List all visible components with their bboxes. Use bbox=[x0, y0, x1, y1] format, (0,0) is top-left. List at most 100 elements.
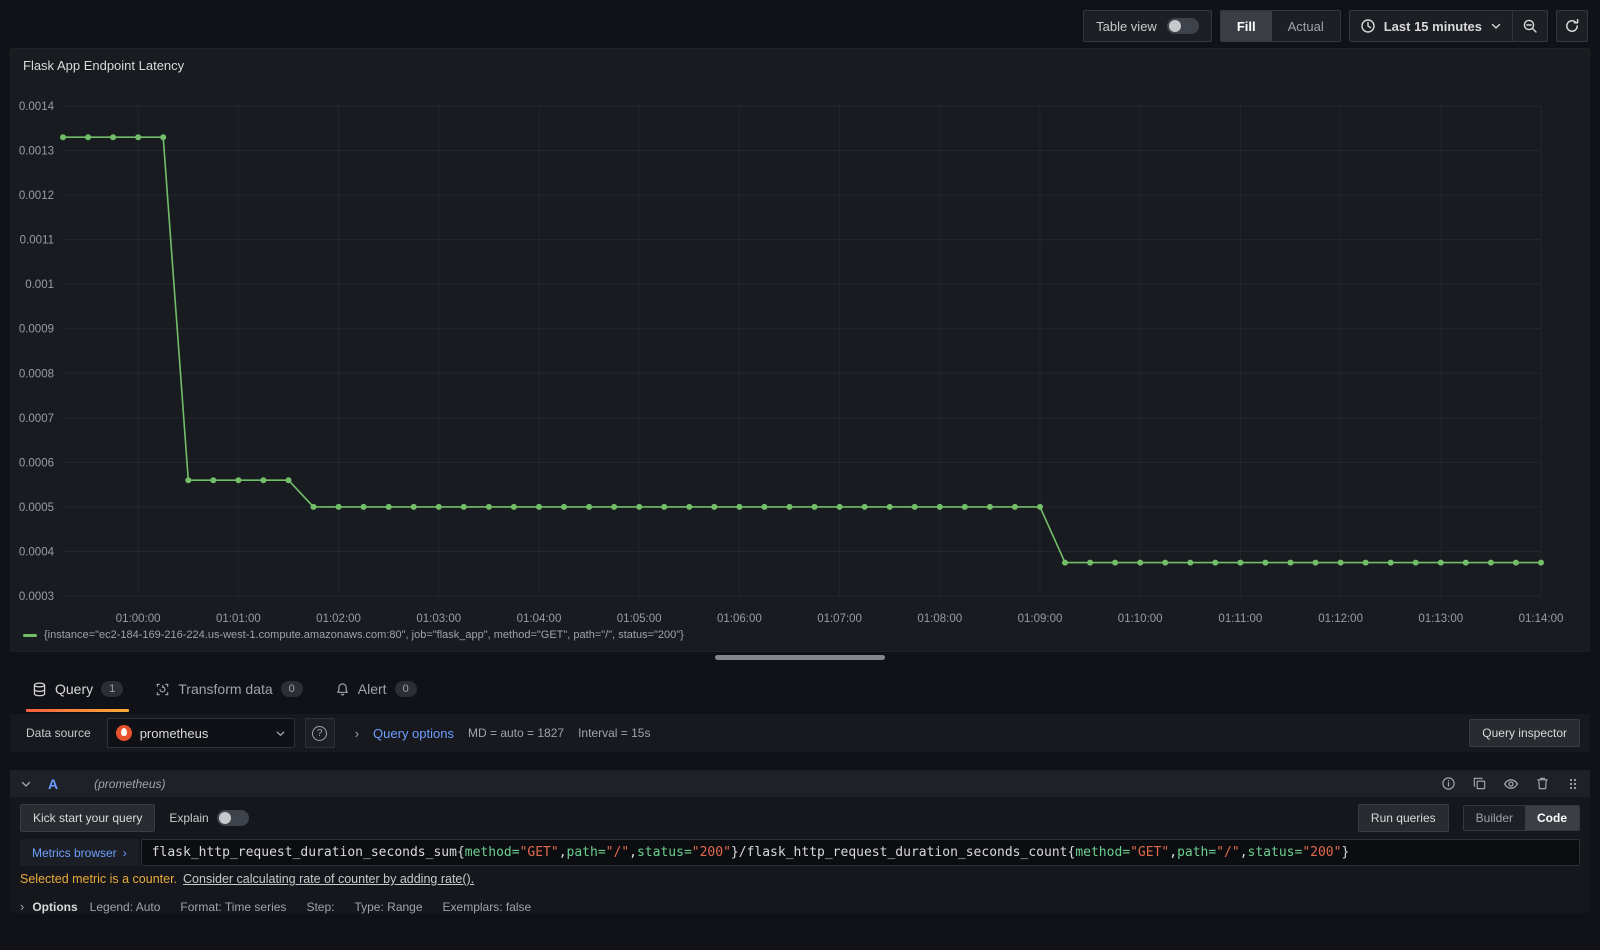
promql-token: "/" bbox=[605, 845, 630, 860]
duplicate-query-icon[interactable] bbox=[1472, 776, 1487, 791]
toggle-knob bbox=[218, 812, 231, 824]
max-datapoints-stat: MD = auto = 1827 bbox=[467, 726, 565, 740]
option-summary-item: Format: Time series bbox=[180, 899, 287, 914]
legend-color-swatch bbox=[23, 633, 37, 637]
y-tick-label: 0.0003 bbox=[19, 591, 54, 603]
actual-button[interactable]: Actual bbox=[1272, 11, 1340, 41]
x-tick-label: 01:03:00 bbox=[416, 613, 461, 625]
x-tick-label: 01:14:00 bbox=[1519, 613, 1564, 625]
datasource-picker[interactable]: prometheus bbox=[106, 718, 295, 748]
promql-token: , bbox=[1239, 845, 1248, 860]
table-view-toggle[interactable] bbox=[1166, 18, 1199, 34]
chevron-down-icon bbox=[1491, 23, 1501, 29]
option-summary-item: Legend: Auto bbox=[89, 899, 161, 914]
latency-chart[interactable]: 01:00:00 01:01:00 01:02:00 01:03:00 01:04:00… bbox=[11, 79, 1591, 631]
promql-token: / bbox=[738, 845, 747, 860]
chart-legend[interactable]: {instance="ec2-184-169-216-224.us-west-1… bbox=[23, 629, 684, 641]
promql-token: method= bbox=[1075, 845, 1131, 860]
y-tick-label: 0.0011 bbox=[20, 235, 54, 247]
datasource-help-button[interactable]: ? bbox=[304, 718, 335, 748]
promql-token: } bbox=[730, 845, 739, 860]
chevron-right-icon: › bbox=[354, 725, 360, 741]
promql-token: , bbox=[629, 845, 637, 860]
builder-button[interactable]: Builder bbox=[1464, 806, 1525, 830]
y-tick-label: 0.0014 bbox=[19, 101, 55, 113]
prometheus-logo-icon bbox=[115, 725, 132, 741]
table-view-label: Table view bbox=[1096, 18, 1157, 34]
fill-button[interactable]: Fill bbox=[1220, 11, 1272, 41]
x-tick-label: 01:09:00 bbox=[1018, 613, 1063, 625]
trash-icon[interactable] bbox=[1535, 776, 1550, 791]
tab-query-label: Query bbox=[55, 681, 94, 697]
tab-alert[interactable]: Alert 0 bbox=[323, 666, 429, 712]
x-tick-label: 01:08:00 bbox=[917, 613, 962, 625]
promql-token: path= bbox=[566, 845, 606, 860]
x-tick-label: 01:01:00 bbox=[216, 613, 261, 625]
question-circle-icon: ? bbox=[312, 725, 328, 741]
datasource-value: prometheus bbox=[139, 725, 209, 741]
chevron-right-icon: › bbox=[122, 845, 127, 860]
x-tick-label: 01:00:00 bbox=[116, 613, 161, 625]
query-row-actions bbox=[1441, 776, 1580, 792]
drag-handle-icon[interactable] bbox=[1566, 777, 1580, 791]
active-tab-underline bbox=[26, 709, 130, 712]
promql-token: "200" bbox=[1302, 845, 1342, 860]
metrics-browser-button[interactable]: Metrics browser › bbox=[20, 839, 139, 866]
latency-series-line bbox=[63, 136, 1541, 564]
query-inspector-button[interactable]: Query inspector bbox=[1469, 719, 1580, 747]
promql-token: method= bbox=[464, 845, 520, 860]
fill-actual-group: Fill Actual bbox=[1219, 10, 1341, 42]
query-options-section: › Query options MD = auto = 1827 Interva… bbox=[355, 726, 651, 741]
x-tick-label: 01:12:00 bbox=[1318, 613, 1363, 625]
tab-transform-data[interactable]: Transform data 0 bbox=[143, 666, 315, 712]
query-row-header[interactable]: A (prometheus) bbox=[10, 770, 1590, 797]
query-options-link[interactable]: Query options bbox=[373, 726, 454, 741]
x-tick-label: 01:06:00 bbox=[717, 613, 762, 625]
warning-rate-link[interactable]: Consider calculating rate of counter by … bbox=[183, 872, 474, 886]
time-range-label: Last 15 minutes bbox=[1383, 18, 1482, 34]
panel-title[interactable]: Flask App Endpoint Latency bbox=[11, 49, 1589, 73]
refresh-button[interactable] bbox=[1556, 10, 1588, 42]
promql-token: "GET" bbox=[519, 845, 559, 860]
promql-token: , bbox=[1169, 845, 1178, 860]
legend-series-label: {instance="ec2-184-169-216-224.us-west-1… bbox=[44, 629, 684, 641]
y-tick-label: 0.0009 bbox=[19, 324, 54, 336]
counter-warning: Selected metric is a counter. Consider c… bbox=[20, 872, 1580, 886]
zoom-out-button[interactable] bbox=[1513, 11, 1547, 41]
option-summary-item: Exemplars: false bbox=[442, 899, 532, 914]
latency-panel: Flask App Endpoint Latency 01:00:00 01:01… bbox=[10, 48, 1590, 652]
run-queries-button[interactable]: Run queries bbox=[1357, 804, 1449, 832]
tab-alert-badge: 0 bbox=[394, 681, 417, 697]
refresh-icon bbox=[1566, 18, 1579, 32]
promql-token: path= bbox=[1177, 845, 1217, 860]
promql-token: { bbox=[1067, 845, 1076, 860]
promql-token: "200" bbox=[691, 845, 731, 860]
tab-query[interactable]: Query 1 bbox=[20, 666, 135, 712]
code-button[interactable]: Code bbox=[1525, 806, 1579, 830]
x-tick-label: 01:11:00 bbox=[1218, 613, 1262, 625]
time-range-picker[interactable]: Last 15 minutes bbox=[1350, 11, 1512, 41]
options-row[interactable]: › Options Legend: Auto Format: Time serie… bbox=[20, 899, 1580, 914]
x-tick-label: 01:04:00 bbox=[517, 613, 562, 625]
top-toolbar: Table view Fill Actual Last 15 minutes bbox=[1083, 10, 1588, 42]
bell-icon bbox=[336, 682, 348, 696]
eye-icon[interactable] bbox=[1503, 776, 1519, 792]
info-circle-icon[interactable] bbox=[1441, 776, 1456, 791]
clock-icon bbox=[1361, 19, 1375, 33]
options-label[interactable]: Options bbox=[32, 900, 77, 914]
builder-code-group: Builder Code bbox=[1462, 805, 1580, 831]
collapse-chevron-icon[interactable] bbox=[20, 778, 32, 790]
promql-input[interactable]: flask_http_request_duration_seconds_sum{… bbox=[140, 839, 1580, 866]
grafana-panel-editor: Table view Fill Actual Last 15 minutes F… bbox=[0, 0, 1600, 950]
resize-handle[interactable] bbox=[715, 655, 885, 660]
x-tick-label: 01:05:00 bbox=[617, 613, 662, 625]
query-ref-id: A bbox=[48, 775, 59, 792]
kick-start-button[interactable]: Kick start your query bbox=[20, 804, 156, 832]
promql-token: , bbox=[558, 845, 567, 860]
warning-text: Selected metric is a counter. bbox=[20, 872, 178, 886]
explain-toggle[interactable] bbox=[216, 810, 249, 826]
editor-tabbar: Query 1 Transform data 0 Alert 0 bbox=[10, 666, 1590, 712]
option-summary-item: Type: Range bbox=[354, 899, 423, 914]
datasource-row: Data source prometheus ? › Query options… bbox=[10, 714, 1590, 752]
option-summary-item: Step: bbox=[306, 899, 335, 914]
